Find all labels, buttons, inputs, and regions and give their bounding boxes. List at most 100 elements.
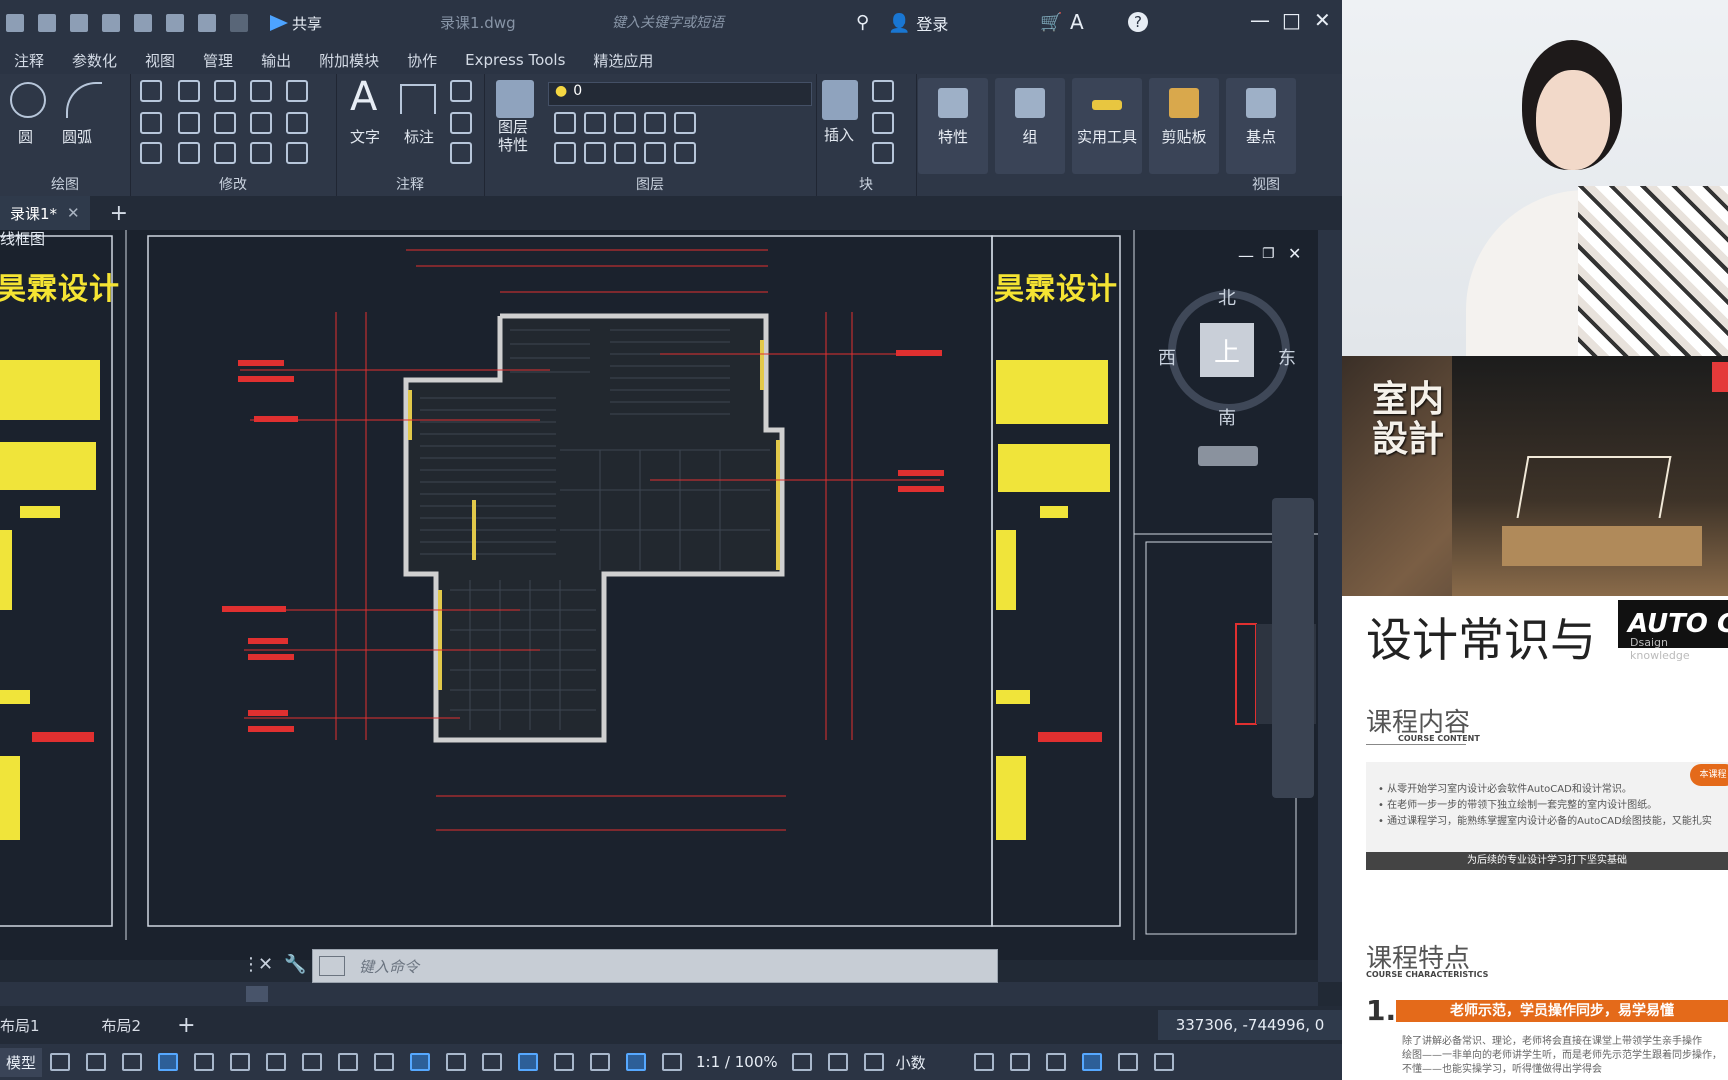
open-icon[interactable] xyxy=(6,14,24,32)
attribute-icon[interactable] xyxy=(872,142,894,164)
dynamic-ucs-icon[interactable] xyxy=(518,1053,539,1071)
scroll-thumb[interactable] xyxy=(246,986,268,1002)
isodraft-icon[interactable] xyxy=(266,1053,287,1071)
explode-icon[interactable] xyxy=(286,112,308,134)
leader-icon[interactable] xyxy=(450,112,472,134)
selection-filter-icon[interactable] xyxy=(554,1053,575,1071)
new-icon[interactable] xyxy=(102,14,120,32)
share-button[interactable]: 共享 xyxy=(270,13,322,34)
vertical-scrollbar[interactable] xyxy=(1318,230,1342,982)
document-tab[interactable]: 录课1* ✕ xyxy=(0,196,90,230)
object-snap-icon[interactable] xyxy=(338,1053,359,1071)
layer-dropdown[interactable]: ● 0 xyxy=(548,82,812,106)
layers-panel-label[interactable]: 图层 xyxy=(484,174,816,194)
redo-icon[interactable] xyxy=(230,14,248,32)
gizmo-icon[interactable] xyxy=(590,1053,611,1071)
text-icon[interactable]: A xyxy=(350,74,377,120)
minimize-button[interactable]: — xyxy=(1250,8,1270,32)
tab-layout1[interactable]: 布局1 xyxy=(0,1015,56,1036)
viewport-close-icon[interactable]: ✕ xyxy=(1288,244,1301,263)
rotate-icon[interactable] xyxy=(214,80,236,102)
save-icon[interactable] xyxy=(38,14,56,32)
viewport-label[interactable]: 线框图 xyxy=(0,230,45,249)
layer-tool-icon[interactable] xyxy=(614,112,636,134)
wrench-icon[interactable]: 🔧 xyxy=(284,954,306,975)
utilities-button[interactable]: 实用工具 xyxy=(1072,78,1142,174)
tab-view[interactable]: 视图 xyxy=(131,50,189,71)
clipboard-button[interactable]: 剪贴板 xyxy=(1149,78,1219,174)
mirror-icon[interactable] xyxy=(214,112,236,134)
clean-screen-icon[interactable] xyxy=(1117,1053,1138,1071)
layer-tool-icon[interactable] xyxy=(554,142,576,164)
save-as-icon[interactable] xyxy=(70,14,88,32)
search-input[interactable]: 键入关键字或短语 xyxy=(612,12,724,32)
isolate-objects-icon[interactable] xyxy=(1045,1053,1066,1071)
quick-properties-icon[interactable] xyxy=(973,1053,994,1071)
lineweight-icon[interactable] xyxy=(374,1053,395,1071)
table-icon[interactable] xyxy=(450,142,472,164)
array-icon[interactable] xyxy=(250,142,272,164)
compass-north[interactable]: 北 xyxy=(1218,284,1236,310)
customization-icon[interactable] xyxy=(1153,1053,1174,1071)
transparency-icon[interactable] xyxy=(410,1053,431,1071)
selection-cycling-icon[interactable] xyxy=(446,1053,467,1071)
layer-tool-icon[interactable] xyxy=(644,112,666,134)
layer-tool-icon[interactable] xyxy=(674,142,696,164)
linear-dim-icon[interactable] xyxy=(450,80,472,102)
copy-icon[interactable] xyxy=(178,112,200,134)
annotation-visibility-icon[interactable] xyxy=(626,1053,647,1071)
viewcube-top-face[interactable]: 上 xyxy=(1200,323,1254,377)
plot-icon[interactable] xyxy=(134,14,152,32)
viewport-restore-icon[interactable]: ❐ xyxy=(1262,246,1275,262)
3d-osnap-icon[interactable] xyxy=(482,1053,503,1071)
help-icon[interactable]: ? xyxy=(1128,12,1148,32)
block-panel-label[interactable]: 块 xyxy=(816,174,916,194)
dynamic-input-icon[interactable] xyxy=(158,1053,179,1071)
new-tab-button[interactable]: + xyxy=(110,201,128,226)
annotation-monitor-icon[interactable] xyxy=(827,1053,848,1071)
close-tab-icon[interactable]: ✕ xyxy=(67,204,80,222)
scale-icon[interactable] xyxy=(214,142,236,164)
annotation-scale[interactable]: 1:1 / 100% xyxy=(696,1053,778,1071)
maximize-button[interactable]: □ xyxy=(1282,8,1301,32)
compass-east[interactable]: 东 xyxy=(1278,344,1296,370)
layer-properties-icon[interactable] xyxy=(496,80,534,118)
trim-icon[interactable] xyxy=(250,80,272,102)
ellipse-icon[interactable] xyxy=(140,112,162,134)
grid-icon[interactable] xyxy=(50,1053,71,1071)
snap-icon[interactable] xyxy=(86,1053,107,1071)
close-button[interactable]: ✕ xyxy=(1314,8,1331,32)
hardware-acceleration-icon[interactable] xyxy=(1081,1053,1102,1071)
fillet-icon[interactable] xyxy=(250,112,272,134)
search-icon[interactable]: ⚲ xyxy=(856,12,869,33)
group-button[interactable]: 组 xyxy=(995,78,1065,174)
circle-icon[interactable] xyxy=(10,82,46,118)
rectangle-icon[interactable] xyxy=(140,80,162,102)
model-button[interactable]: 模型 xyxy=(0,1047,43,1077)
lock-ui-icon[interactable] xyxy=(1009,1053,1030,1071)
cart-icon[interactable]: 🛒 xyxy=(1040,12,1062,33)
login-button[interactable]: 👤 登录 xyxy=(888,11,948,35)
compass-west[interactable]: 西 xyxy=(1158,344,1176,370)
tab-annotate[interactable]: 注释 xyxy=(0,50,58,71)
view-panel-label[interactable]: 视图 xyxy=(1226,174,1306,194)
layer-tool-icon[interactable] xyxy=(614,142,636,164)
workspace-gear-icon[interactable] xyxy=(791,1053,812,1071)
tab-output[interactable]: 输出 xyxy=(247,50,305,71)
tab-parametric[interactable]: 参数化 xyxy=(58,50,131,71)
print-icon[interactable] xyxy=(166,14,184,32)
add-layout-button[interactable]: + xyxy=(177,1013,195,1038)
arc-icon[interactable] xyxy=(66,82,102,118)
insert-icon[interactable] xyxy=(822,80,858,120)
properties-button[interactable]: 特性 xyxy=(918,78,988,174)
dimension-icon[interactable] xyxy=(400,84,436,114)
navigation-bar[interactable] xyxy=(1272,498,1314,798)
layer-tool-icon[interactable] xyxy=(644,142,666,164)
erase-icon[interactable] xyxy=(286,80,308,102)
tab-express-tools[interactable]: Express Tools xyxy=(451,51,579,69)
layer-tool-icon[interactable] xyxy=(584,142,606,164)
units-dropdown[interactable]: 小数 xyxy=(896,1052,926,1073)
command-close-icon[interactable]: ✕ xyxy=(258,954,273,975)
layer-tool-icon[interactable] xyxy=(674,112,696,134)
compass-south[interactable]: 南 xyxy=(1218,404,1236,430)
